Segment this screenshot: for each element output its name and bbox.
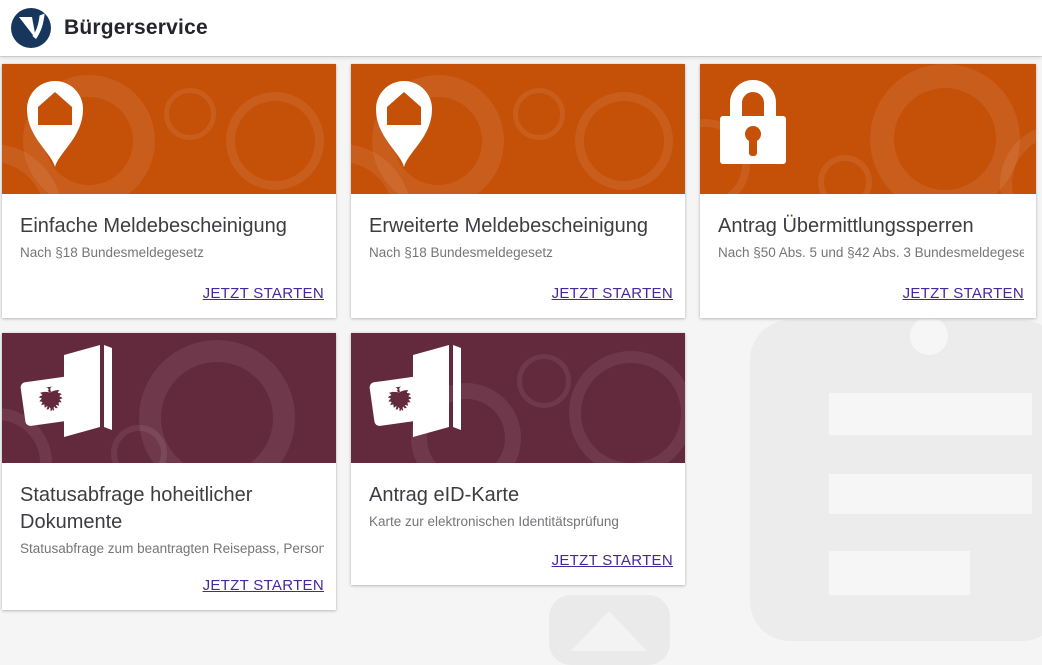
card-media xyxy=(2,333,336,463)
card-title: Erweiterte Meldebescheinigung xyxy=(369,213,673,240)
skeleton-pin-icon xyxy=(571,611,647,651)
card-media xyxy=(351,64,685,194)
service-card-statusabfrage-dokumente: Statusabfrage hoheitlicher Dokumente Sta… xyxy=(2,333,336,610)
map-pin-home-icon xyxy=(364,76,444,168)
card-subtitle: Nach §50 Abs. 5 und §42 Abs. 3 Bundesmel… xyxy=(718,245,1024,260)
jetzt-starten-link[interactable]: JETZT STARTEN xyxy=(903,285,1024,302)
card-subtitle: Karte zur elektronischen Identitätsprüfu… xyxy=(369,514,673,529)
jetzt-starten-link[interactable]: JETZT STARTEN xyxy=(552,552,673,569)
id-card-eagle-icon xyxy=(12,341,142,449)
skeleton-tile-placeholder xyxy=(549,595,670,665)
jetzt-starten-link[interactable]: JETZT STARTEN xyxy=(552,285,673,302)
card-title: Antrag eID-Karte xyxy=(369,482,673,509)
jetzt-starten-link[interactable]: JETZT STARTEN xyxy=(203,285,324,302)
service-card-erweiterte-meldebescheinigung: Erweiterte Meldebescheinigung Nach §18 B… xyxy=(351,64,685,318)
app-header: Bürgerservice xyxy=(0,0,1042,56)
card-title: Statusabfrage hoheitlicher Dokumente xyxy=(20,482,324,536)
card-subtitle: Statusabfrage zum beantragten Reisepass,… xyxy=(20,541,324,556)
card-title: Antrag Übermittlungssperren xyxy=(718,213,1024,240)
lock-icon xyxy=(716,76,790,164)
skeleton-bar xyxy=(829,393,1032,435)
map-pin-home-icon xyxy=(15,76,95,168)
skeleton-circle xyxy=(910,317,948,355)
card-subtitle: Nach §18 Bundesmeldegesetz xyxy=(20,245,324,260)
service-card-antrag-eid-karte: Antrag eID-Karte Karte zur elektronische… xyxy=(351,333,685,585)
card-media xyxy=(700,64,1036,194)
id-card-eagle-icon xyxy=(361,341,491,449)
service-card-antrag-uebermittlungssperren: Antrag Übermittlungssperren Nach §50 Abs… xyxy=(700,64,1036,318)
card-media xyxy=(2,64,336,194)
skeleton-bar xyxy=(829,551,970,595)
app-title: Bürgerservice xyxy=(64,16,208,40)
card-title: Einfache Meldebescheinigung xyxy=(20,213,324,240)
jetzt-starten-link[interactable]: JETZT STARTEN xyxy=(203,577,324,594)
skeleton-bar xyxy=(829,474,1032,514)
buergerservice-logo-icon xyxy=(10,7,52,49)
card-media xyxy=(351,333,685,463)
card-subtitle: Nach §18 Bundesmeldegesetz xyxy=(369,245,673,260)
service-card-einfache-meldebescheinigung: Einfache Meldebescheinigung Nach §18 Bun… xyxy=(2,64,336,318)
